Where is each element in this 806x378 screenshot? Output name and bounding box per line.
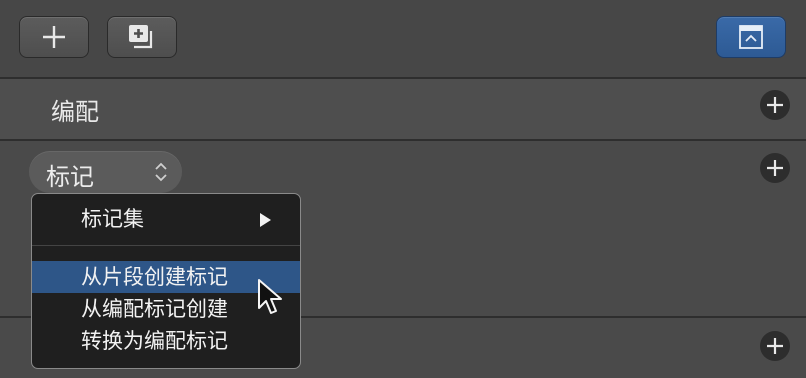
plus-circle-icon [767, 97, 783, 113]
menu-item-label: 从片段创建标记 [81, 265, 228, 289]
add-button[interactable] [19, 16, 89, 58]
plus-circle-icon [767, 160, 783, 176]
match-section: 编配 [0, 79, 806, 141]
markers-popup-button[interactable]: 标记 [29, 151, 182, 193]
plus-icon [43, 26, 65, 48]
collapse-panel-button[interactable] [716, 16, 786, 58]
submenu-arrow-icon [260, 213, 271, 227]
add-copy-icon [129, 25, 153, 49]
duplicate-button[interactable] [107, 16, 177, 58]
match-add-button[interactable] [760, 90, 790, 120]
up-down-chevron-icon [155, 162, 167, 182]
menu-item-label: 转换为编配标记 [81, 329, 228, 353]
markers-popup-label: 标记 [46, 163, 94, 191]
markers-add-button[interactable] [760, 153, 790, 183]
collapse-panel-icon [739, 25, 763, 49]
toolbar [0, 0, 806, 79]
menu-item-label: 标记集 [81, 207, 144, 231]
bottom-add-button[interactable] [760, 331, 790, 361]
menu-item-label: 从编配标记创建 [81, 297, 228, 321]
menu-separator [32, 245, 300, 246]
mouse-pointer-icon [258, 279, 282, 314]
menu-item-marker-sets[interactable]: 标记集 [32, 203, 300, 235]
plus-circle-icon [767, 338, 783, 354]
match-section-label: 编配 [51, 98, 99, 126]
menu-item-convert-to-arrangement[interactable]: 转换为编配标记 [32, 325, 300, 357]
